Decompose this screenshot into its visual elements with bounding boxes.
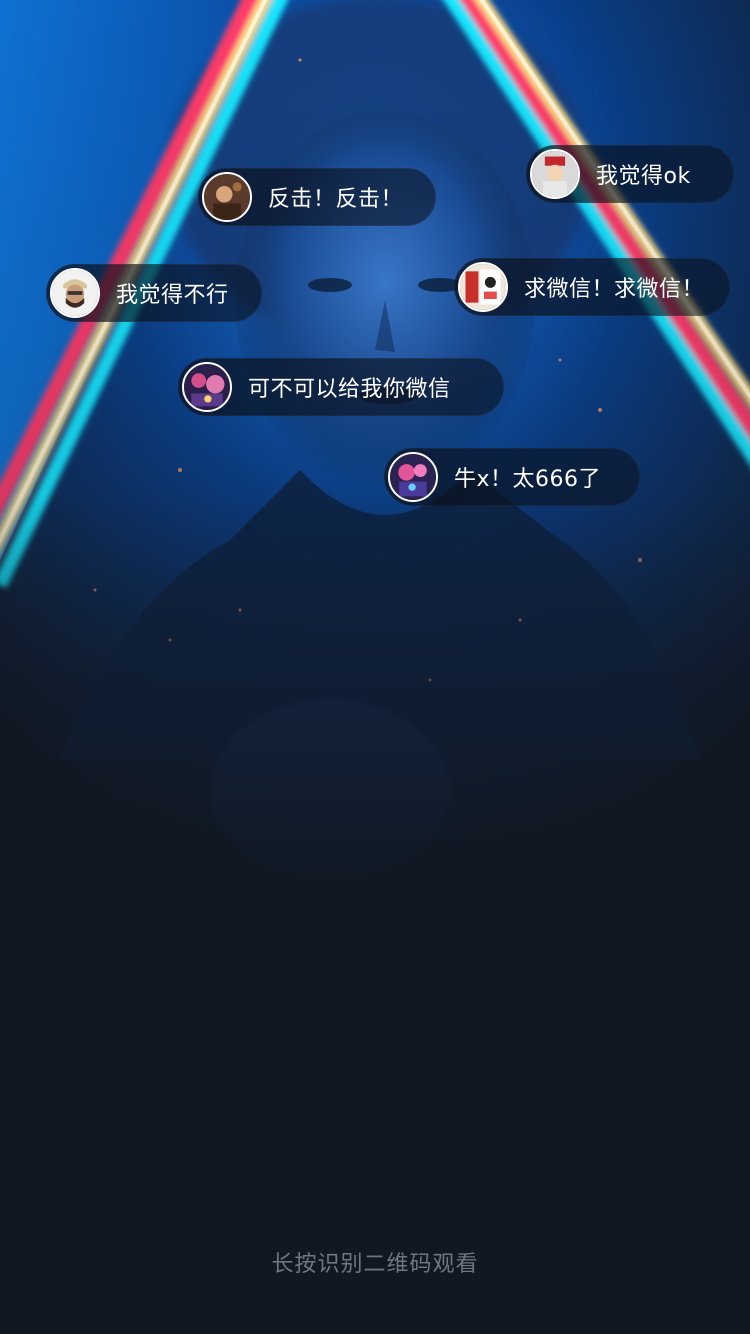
poster-background-image: [0, 0, 750, 900]
comment-bubble: 我觉得ok: [526, 145, 734, 203]
comment-text: 反击！反击！: [268, 187, 404, 212]
comment-bubble: 求微信！求微信！: [454, 258, 730, 316]
user-avatar: [458, 262, 508, 312]
comment-bubble: 可不可以给我你微信: [178, 358, 504, 416]
user-avatar: [182, 362, 232, 412]
comment-text: 可不可以给我你微信: [248, 377, 451, 402]
avatar-photo-3-icon: [52, 270, 98, 316]
user-avatar: [202, 172, 252, 222]
comment-bubble: 牛x！太666了: [384, 448, 640, 506]
comment-bubble: 我觉得不行: [46, 264, 262, 322]
avatar-photo-5-icon: [184, 364, 230, 410]
comment-text: 牛x！太666了: [454, 467, 602, 492]
comment-text: 我觉得不行: [116, 283, 229, 308]
avatar-photo-2-icon: [204, 174, 250, 220]
avatar-photo-1-icon: [532, 151, 578, 197]
comment-text: 我觉得ok: [596, 164, 691, 189]
user-avatar: [50, 268, 100, 318]
avatar-photo-6-icon: [390, 454, 436, 500]
poster-screen: 我觉得ok 反击！反击！ 我觉得不行 求微信！求微信！ 可不可以给我你微信 牛x…: [0, 0, 750, 1334]
comment-bubble: 反击！反击！: [198, 168, 436, 226]
qr-hint-text: 长按识别二维码观看: [271, 1252, 479, 1277]
comment-text: 求微信！求微信！: [524, 277, 705, 302]
user-avatar: [530, 149, 580, 199]
user-avatar: [388, 452, 438, 502]
avatar-photo-4-icon: [460, 264, 506, 310]
